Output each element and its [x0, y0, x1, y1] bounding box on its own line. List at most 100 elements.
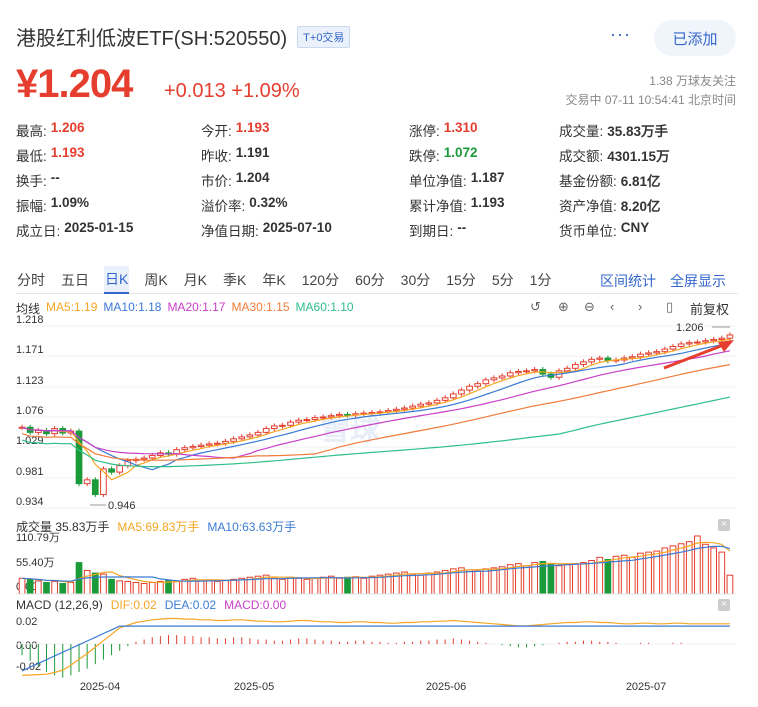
candle — [392, 408, 400, 412]
ma10-label: MA10:1.18 — [103, 300, 162, 314]
tab-7[interactable]: 120分 — [301, 267, 340, 293]
candle — [637, 353, 644, 358]
stat-value: 1.193 — [50, 144, 85, 160]
candle — [124, 460, 132, 467]
stat-value: 1.193 — [235, 119, 270, 135]
tab-1[interactable]: 五日 — [60, 267, 90, 293]
ma60-label: MA60:1.10 — [295, 300, 354, 314]
stat-key: 成交量: — [559, 123, 604, 139]
x-tick-label: 2025-05 — [234, 681, 274, 693]
candle — [91, 479, 99, 496]
candle — [449, 393, 457, 399]
candle — [555, 370, 563, 378]
macd-dea: DEA:0.02 — [164, 598, 217, 612]
volume-bar — [563, 564, 571, 595]
tab-9[interactable]: 30分 — [400, 267, 432, 293]
volume-bar — [83, 569, 91, 595]
candle — [181, 447, 189, 451]
volume-bar — [661, 547, 669, 595]
candle — [490, 377, 498, 381]
page-title: 港股红利低波ETF(SH:520550) — [16, 28, 288, 50]
tab-8[interactable]: 60分 — [354, 267, 386, 293]
candle — [523, 370, 530, 373]
volume-bar — [59, 583, 67, 595]
stat-value: 35.83万手 — [607, 123, 669, 139]
zoom-in-icon[interactable]: ⊕ — [558, 299, 569, 315]
volume-ma10: MA10:63.63万手 — [207, 520, 297, 534]
volume-bar — [336, 577, 343, 595]
close-volume-icon[interactable]: × — [718, 519, 730, 531]
tab-0[interactable]: 分时 — [16, 267, 46, 293]
stat-value: 1.072 — [443, 144, 478, 160]
tab-4[interactable]: 月K — [183, 267, 208, 293]
volume-bar — [441, 569, 449, 595]
candle — [718, 337, 726, 340]
tab-10[interactable]: 15分 — [445, 267, 477, 293]
volume-bar — [311, 577, 319, 595]
tab-5[interactable]: 季K — [222, 267, 247, 293]
volume-bar — [173, 580, 181, 595]
stat-key: 基金份额: — [559, 173, 617, 189]
volume-bar — [653, 550, 661, 595]
ma-mode[interactable]: 均线 — [16, 300, 40, 317]
candle — [685, 342, 693, 345]
current-price: ¥1.204 — [16, 62, 133, 106]
zoom-out-icon[interactable]: ⊖ — [584, 299, 595, 315]
adjust-label[interactable]: 前复权 — [690, 299, 729, 318]
candle — [547, 373, 555, 378]
candle — [83, 479, 91, 485]
stat-cell: 换手: -- — [16, 170, 201, 190]
more-dots-icon[interactable]: ··· — [610, 24, 631, 45]
candle — [18, 426, 26, 429]
candle — [116, 465, 124, 473]
volume-ma-line — [22, 541, 731, 583]
volume-bar — [498, 566, 506, 595]
stat-value: 4301.15万 — [607, 148, 670, 164]
red-arrow-head — [718, 340, 734, 352]
candle — [51, 428, 58, 435]
added-button[interactable]: 已添加 — [654, 20, 736, 56]
ma30-line — [21, 364, 731, 461]
watermark: 雪球 — [320, 414, 381, 447]
candle-icon[interactable]: ▯ — [666, 299, 673, 315]
volume-bar — [449, 568, 457, 595]
tab-2[interactable]: 日K — [104, 265, 130, 294]
stat-cell: 今开: 1.193 — [201, 120, 409, 140]
volume-bar — [67, 581, 75, 595]
candle — [458, 389, 465, 395]
candle — [669, 346, 677, 350]
volume-bar — [222, 579, 229, 595]
volume-bar — [458, 567, 465, 595]
tab-3[interactable]: 周K — [143, 267, 168, 293]
volume-bar — [262, 574, 270, 595]
close-macd-icon[interactable]: × — [718, 599, 730, 611]
candle — [563, 367, 571, 372]
candle — [254, 431, 262, 436]
volume-bar — [279, 578, 286, 595]
reset-icon[interactable]: ↺ — [530, 299, 541, 315]
volume-bar — [91, 572, 99, 595]
volume-bar — [368, 575, 376, 595]
tab-12[interactable]: 1分 — [529, 267, 553, 293]
volume-bar — [474, 570, 482, 595]
ma20-label: MA20:1.17 — [167, 300, 226, 314]
candle — [694, 341, 701, 344]
tab-6[interactable]: 年K — [261, 267, 286, 293]
stat-key: 累计净值: — [409, 198, 467, 214]
scroll-left-icon[interactable]: ‹ — [610, 299, 614, 314]
candle — [246, 434, 254, 438]
fullscreen-link[interactable]: 全屏显示 — [670, 271, 726, 291]
range-stats-link[interactable]: 区间统计 — [600, 271, 656, 291]
candle — [34, 429, 42, 433]
stat-cell: 成交额: 4301.15万 — [559, 145, 729, 165]
volume-bar — [588, 559, 595, 595]
stat-cell: 累计净值: 1.193 — [409, 195, 559, 215]
volume-bar — [254, 575, 262, 595]
scroll-right-icon[interactable]: › — [638, 299, 642, 314]
tab-11[interactable]: 5分 — [491, 267, 515, 293]
candle — [588, 358, 595, 363]
volume-bar — [303, 578, 311, 595]
volume-bar — [51, 580, 58, 595]
candle — [132, 458, 140, 462]
red-arrow — [663, 342, 727, 370]
